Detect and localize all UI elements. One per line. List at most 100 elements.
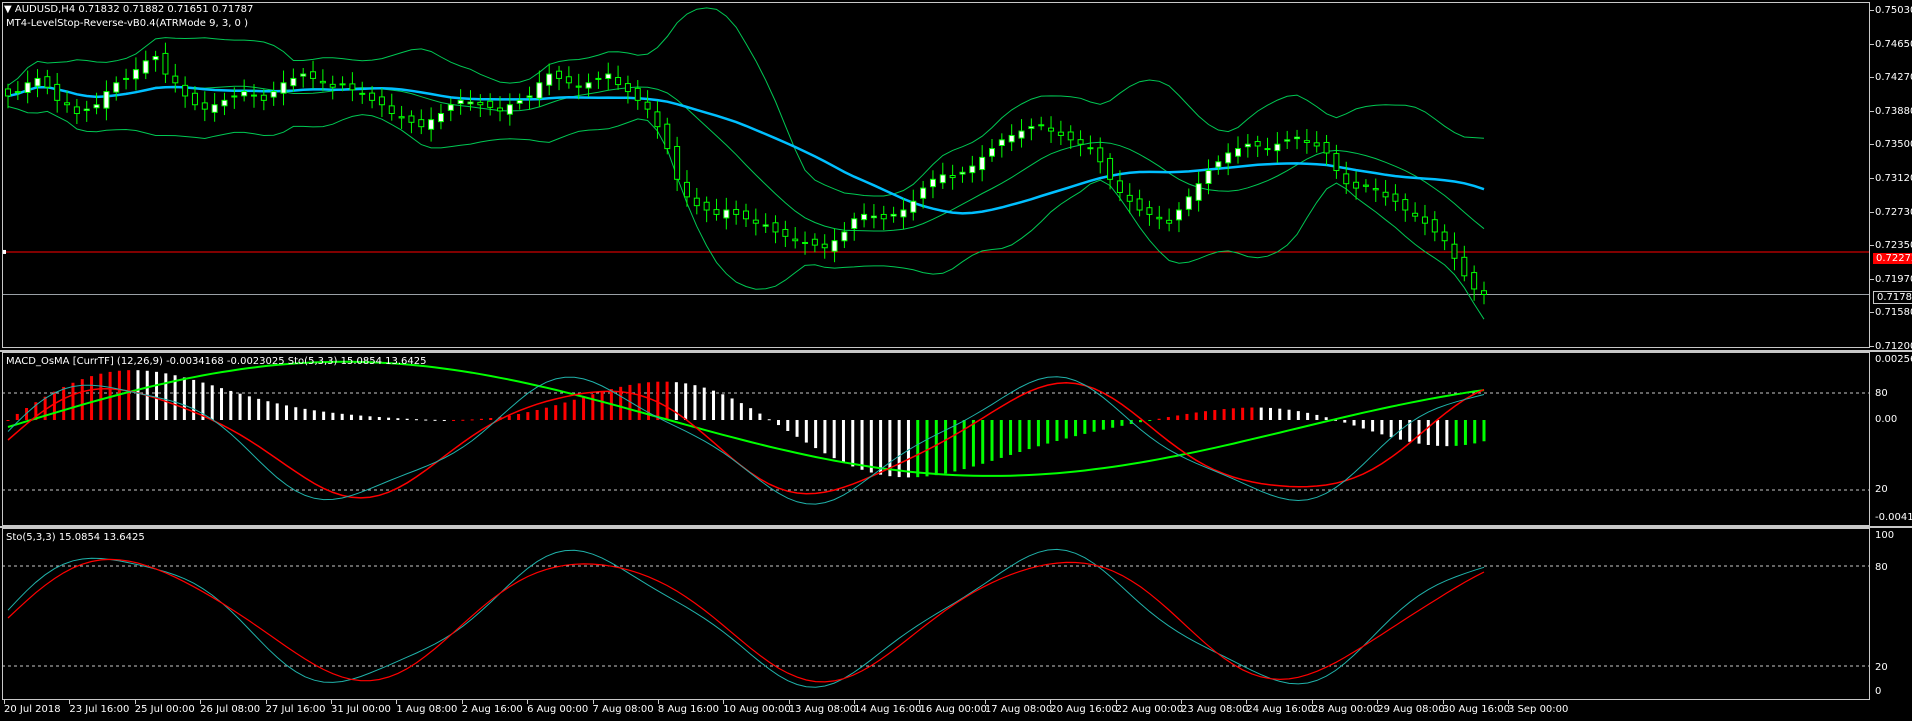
macd-histogram-bar [582,396,586,420]
bull-candle [1195,183,1202,201]
macd-histogram-bar [712,390,716,420]
bear-candle [1343,173,1350,185]
bull-candle [939,174,946,184]
stoch-level-100: 100 [1875,530,1895,541]
time-axis-tick [919,700,921,704]
bull-candle [103,91,110,109]
macd-histogram-bar [814,420,818,449]
macd-level-20: 20 [1875,484,1888,495]
macd-histogram-bar [897,420,901,478]
bull-candle [723,209,730,219]
macd-histogram-bar [275,403,279,420]
bull-candle [1294,136,1301,140]
macd-histogram-bar [953,420,957,472]
bull-candle [1028,126,1035,129]
macd-histogram-bar [776,420,780,426]
macd-histogram-bar [414,419,418,421]
time-axis-label: 27 Jul 16:00 [265,704,326,715]
macd-histogram-bar [1287,409,1291,420]
macd-histogram-bar [266,401,270,420]
macd-histogram-bar [6,420,10,421]
macd-histogram-bar [851,420,855,467]
macd-histogram-bar [841,420,845,463]
macd-histogram-bar [1213,410,1217,420]
price-axis-label: 0.72350 [1875,240,1912,252]
stochastic-indicator-title: Sto(5,3,3) 15.0854 13.6425 [6,532,145,543]
macd-histogram-bar [544,407,548,420]
bear-candle [172,75,179,84]
bear-candle [44,76,51,88]
time-axis-tick [1181,700,1183,704]
bear-candle [1048,127,1055,132]
bull-candle [762,224,769,227]
bull-candle [1235,148,1241,157]
macd-histogram-bar [1064,420,1068,439]
bear-candle [182,84,189,97]
macd-histogram-bar [1445,420,1449,447]
time-axis-tick [854,700,856,704]
bear-candle [1431,219,1438,233]
macd-histogram-bar [1241,407,1245,420]
price-chart-canvas[interactable] [0,0,1912,350]
bear-candle [359,92,366,95]
symbol-ohlc-text: AUDUSD,H4 0.71832 0.71882 0.71651 0.7178… [14,4,254,15]
macd-histogram-bar [999,420,1003,458]
bear-candle [949,174,956,179]
bull-candle [113,82,120,93]
bear-candle [1264,148,1271,151]
bull-candle [910,200,917,213]
stoch-signal-line [7,558,1485,683]
bear-candle [880,213,887,220]
macd-histogram-bar [758,413,762,420]
macd-osma-pane[interactable]: MACD_OsMA [CurrTF] (12,26,9) -0.0034168 … [0,352,1912,526]
time-axis-tick [984,700,986,704]
bull-candle [1008,134,1015,143]
price-axis-tick [1870,43,1874,45]
bull-candle [457,99,464,105]
macd-histogram-bar [257,398,261,420]
macd-histogram-bar [479,418,483,420]
bull-candle [14,91,21,94]
time-axis-label: 14 Aug 16:00 [854,704,922,715]
macd-histogram-bar [62,386,66,420]
bull-candle [300,73,307,77]
bull-candle [1284,139,1291,142]
macd-histogram-bar [1092,420,1096,432]
macd-histogram-bar [1259,407,1263,420]
time-axis-tick [657,700,659,704]
bear-candle [1451,243,1458,259]
bull-candle [920,187,927,199]
collapse-triangle-icon[interactable]: ▼ [4,4,12,15]
bear-candle [201,102,208,110]
price-chart-pane[interactable]: ▼ AUDUSD,H4 0.71832 0.71882 0.71651 0.71… [0,0,1912,352]
bull-candle [979,156,986,171]
bear-candle [1412,212,1419,217]
time-axis-tick [1377,700,1379,704]
bear-candle [792,238,799,242]
bull-candle [34,77,41,87]
macd-histogram-bar [340,413,344,420]
macd-histogram-bar [1194,412,1198,420]
bear-candle [811,238,818,246]
bear-candle [1136,198,1143,211]
bear-candle [349,83,356,91]
macd-histogram-bar [136,370,140,420]
bear-candle [1362,184,1369,187]
macd-histogram-bar [1148,420,1152,421]
bull-candle [231,95,238,98]
bull-candle [24,82,31,93]
macd-histogram-bar [405,418,409,420]
time-axis-label: 13 Aug 08:00 [788,704,857,715]
bear-candle [624,83,631,93]
macd-indicator-title: MACD_OsMA [CurrTF] (12,26,9) -0.0034168 … [6,356,427,367]
time-axis-label: 3 Sep 00:00 [1508,704,1569,715]
time-axis-tick [1115,700,1117,704]
macd-histogram-bar [1306,412,1310,420]
stochastic-pane[interactable]: Sto(5,3,3) 15.0854 13.6425 100 80 20 0 [0,528,1912,700]
time-axis-label: 30 Aug 16:00 [1442,704,1511,715]
bear-candle [1067,131,1074,141]
macd-histogram-bar [424,419,428,421]
price-axis-tick [1870,77,1874,79]
macd-histogram-bar [693,385,697,420]
bear-candle [752,219,759,224]
